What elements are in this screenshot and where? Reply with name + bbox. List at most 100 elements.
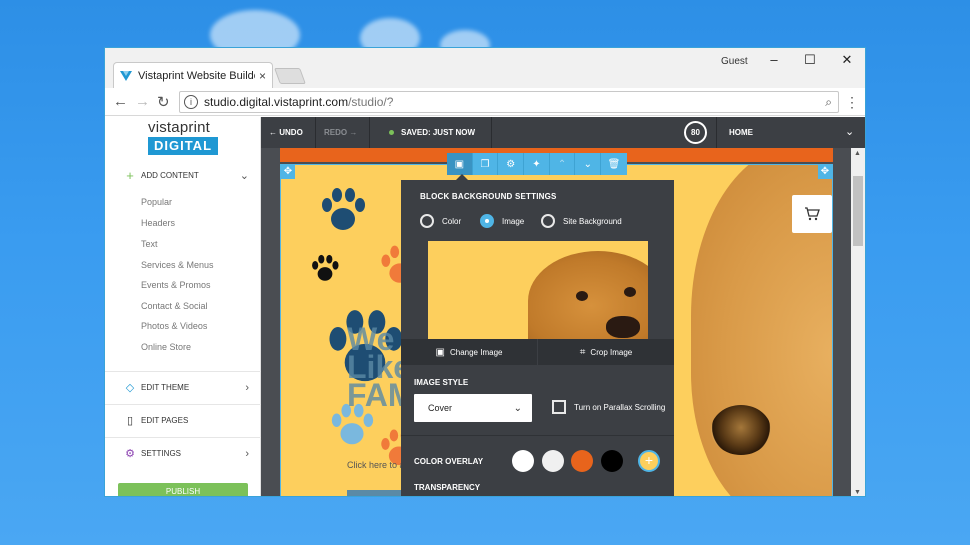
- site-score-badge[interactable]: 80: [684, 121, 707, 144]
- paw-print-icon: [322, 188, 365, 230]
- vertical-scrollbar[interactable]: ▲ ▼: [851, 148, 865, 496]
- magic-wand-icon: ✦: [532, 158, 541, 170]
- background-image-preview: [428, 241, 648, 339]
- edit-pages-label: EDIT PAGES: [141, 416, 189, 425]
- parallax-checkbox[interactable]: Turn on Parallax Scrolling: [552, 400, 665, 414]
- background-image-button[interactable]: ▣: [447, 153, 473, 175]
- maximize-button[interactable]: ☐: [795, 52, 825, 68]
- close-window-button[interactable]: ✕: [832, 52, 862, 68]
- edit-pages-button[interactable]: ▯ EDIT PAGES: [105, 404, 261, 436]
- browser-tab[interactable]: Vistaprint Website Builde ×: [113, 62, 273, 88]
- sidebar-item-services-menus[interactable]: Services & Menus: [141, 260, 214, 270]
- chevron-right-icon: ›: [245, 381, 249, 394]
- browser-menu-icon[interactable]: ⋮: [845, 94, 859, 111]
- block-toolbar: ▣ ❐ ⚙ ✦ ⌃ ⌄ 🗑: [447, 153, 627, 175]
- edit-theme-button[interactable]: ◇ EDIT THEME ›: [105, 371, 261, 403]
- chevron-down-icon: ⌄: [583, 158, 592, 170]
- divider: [491, 117, 492, 148]
- trash-icon: 🗑: [607, 158, 621, 170]
- scroll-up-icon[interactable]: ▲: [854, 150, 861, 157]
- page-icon: ▯: [126, 415, 134, 427]
- info-icon[interactable]: i: [184, 95, 198, 109]
- redo-button[interactable]: REDO →: [324, 128, 357, 137]
- radio-site-background[interactable]: Site Background: [541, 214, 622, 228]
- status-dot-icon: [389, 130, 394, 136]
- magic-wand-button[interactable]: ✦: [524, 153, 550, 175]
- checkbox-icon: [552, 400, 566, 414]
- chevron-up-icon: ⌃: [557, 158, 567, 170]
- panel-title: BLOCK BACKGROUND SETTINGS: [420, 192, 557, 201]
- add-color-button[interactable]: +: [638, 450, 660, 472]
- redo-label: REDO: [324, 128, 348, 137]
- radio-circle-icon: [480, 214, 494, 228]
- page-selector[interactable]: HOME: [729, 128, 753, 137]
- move-handle-icon[interactable]: ✥: [818, 165, 832, 179]
- image-style-select[interactable]: Cover ⌄: [414, 394, 532, 422]
- scroll-down-icon[interactable]: ▼: [854, 489, 861, 496]
- chevron-down-icon[interactable]: ⌄: [845, 125, 854, 138]
- forward-button[interactable]: →: [135, 93, 150, 110]
- back-button[interactable]: ←: [113, 93, 128, 110]
- radio-color[interactable]: Color: [420, 214, 461, 228]
- delete-button[interactable]: 🗑: [601, 153, 627, 175]
- swatch-black[interactable]: [601, 450, 623, 472]
- crop-image-button[interactable]: ⌗ Crop Image: [538, 339, 674, 365]
- duplicate-button[interactable]: ❐: [473, 153, 499, 175]
- url-host: studio.digital.vistaprint.com: [204, 95, 349, 109]
- block-settings-button[interactable]: ⚙: [498, 153, 525, 175]
- chevron-right-icon: ›: [245, 447, 249, 460]
- sidebar-item-online-store[interactable]: Online Store: [141, 342, 191, 352]
- new-tab-button[interactable]: [274, 68, 306, 84]
- sidebar-item-contact-social[interactable]: Contact & Social: [141, 301, 208, 311]
- browser-titlebar: Vistaprint Website Builde × Guest – ☐ ✕: [105, 48, 865, 88]
- gear-icon: ⚙: [125, 448, 135, 460]
- scrollbar-thumb[interactable]: [853, 176, 863, 246]
- image-icon: ▣: [435, 346, 445, 358]
- block-background-settings-panel: BLOCK BACKGROUND SETTINGS Color Image Si…: [401, 174, 674, 496]
- droplet-icon: ◇: [125, 382, 135, 394]
- sidebar-item-popular[interactable]: Popular: [141, 197, 172, 207]
- settings-button[interactable]: ⚙ SETTINGS ›: [105, 437, 261, 469]
- sidebar: vistaprint DIGITAL + ADD CONTENT ⌄ Popul…: [105, 117, 261, 496]
- publish-button[interactable]: PUBLISH: [118, 483, 248, 496]
- image-actions: ▣ Change Image ⌗ Crop Image: [401, 339, 674, 365]
- move-handle-icon[interactable]: ✥: [281, 165, 295, 179]
- move-down-button[interactable]: ⌄: [575, 153, 602, 175]
- chevron-down-icon: ⌄: [239, 169, 249, 182]
- swatch-orange[interactable]: [571, 450, 593, 472]
- tab-title: Vistaprint Website Builde: [138, 69, 255, 82]
- add-content-label: ADD CONTENT: [141, 170, 199, 180]
- url-input[interactable]: i studio.digital.vistaprint.com/studio/?…: [179, 91, 839, 113]
- tab-close-icon[interactable]: ×: [259, 69, 266, 83]
- reload-button[interactable]: ↻: [157, 93, 170, 111]
- swatch-white[interactable]: [512, 450, 534, 472]
- copy-icon: ❐: [480, 158, 490, 170]
- divider: [401, 435, 674, 436]
- swatch-light-gray[interactable]: [542, 450, 564, 472]
- move-up-button[interactable]: ⌃: [550, 153, 576, 175]
- sidebar-item-text[interactable]: Text: [141, 239, 158, 249]
- add-content-button[interactable]: + ADD CONTENT ⌄: [105, 159, 261, 191]
- minimize-button[interactable]: –: [759, 52, 789, 67]
- sidebar-item-headers[interactable]: Headers: [141, 218, 175, 228]
- editor-canvas: We T Like FAM Click here to add a ✥ ✥ ▣ …: [261, 148, 851, 496]
- browser-window: Vistaprint Website Builde × Guest – ☐ ✕ …: [104, 47, 866, 497]
- vistaprint-logo-icon: [120, 70, 132, 81]
- divider: [369, 117, 370, 148]
- dog-eye-image: [576, 291, 588, 301]
- zoom-icon[interactable]: ⌕: [825, 95, 832, 110]
- undo-button[interactable]: ← UNDO: [269, 128, 303, 137]
- crop-image-label: Crop Image: [590, 347, 633, 357]
- gear-icon: ⚙: [506, 158, 516, 170]
- change-image-button[interactable]: ▣ Change Image: [401, 339, 538, 365]
- sidebar-item-photos-videos[interactable]: Photos & Videos: [141, 321, 207, 331]
- sidebar-item-events-promos[interactable]: Events & Promos: [141, 280, 211, 290]
- url-path: /studio/?: [348, 95, 394, 109]
- settings-label: SETTINGS: [141, 449, 182, 458]
- radio-circle-icon: [541, 214, 555, 228]
- profile-label[interactable]: Guest: [721, 56, 748, 67]
- radio-image[interactable]: Image: [480, 214, 524, 228]
- divider: [716, 117, 717, 148]
- cart-button[interactable]: [792, 195, 832, 233]
- image-style-label: IMAGE STYLE: [414, 378, 469, 387]
